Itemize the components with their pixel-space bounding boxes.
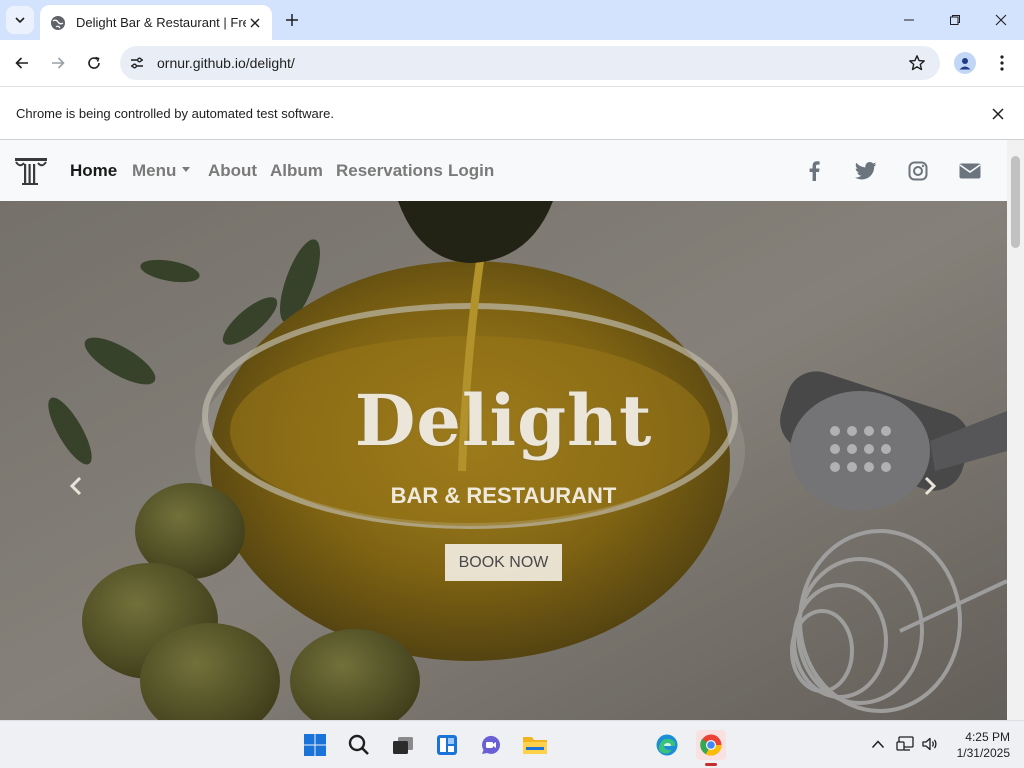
browser-toolbar: ornur.github.io/delight/	[0, 40, 1024, 86]
task-view-icon[interactable]	[388, 730, 418, 760]
new-tab-button[interactable]	[280, 8, 304, 32]
tab-close-icon[interactable]	[246, 14, 264, 32]
arrow-left-icon	[15, 57, 28, 69]
browser-tab-strip: Delight Bar & Restaurant | Free	[0, 0, 1024, 40]
restore-button[interactable]	[932, 0, 978, 40]
network-icon[interactable]	[895, 734, 915, 754]
menu-kebab-icon[interactable]	[990, 51, 1014, 75]
twitter-icon[interactable]	[854, 159, 878, 183]
reload-button[interactable]	[80, 49, 108, 77]
browser-tab[interactable]: Delight Bar & Restaurant | Free	[40, 5, 272, 40]
edge-browser-icon[interactable]	[652, 730, 682, 760]
minimize-button[interactable]	[886, 0, 932, 40]
site-navbar: Home Menu About Album Reservations Login	[0, 140, 1007, 201]
carousel-next-button[interactable]	[918, 471, 942, 501]
page-viewport: Home Menu About Album Reservations Login	[0, 140, 1024, 720]
site-info-icon[interactable]	[124, 50, 150, 76]
tab-title: Delight Bar & Restaurant | Free	[76, 15, 246, 30]
column-logo-icon[interactable]	[14, 156, 48, 186]
windows-taskbar: 4:25 PM 1/31/2025	[0, 720, 1024, 768]
nav-about-link[interactable]: About	[208, 161, 257, 181]
hero-carousel: Delight BAR & RESTAURANT BOOK NOW	[0, 201, 1007, 720]
tab-search-button[interactable]	[6, 6, 34, 34]
clock-date: 1/31/2025	[956, 746, 1010, 760]
infobar-message: Chrome is being controlled by automated …	[16, 106, 334, 121]
system-clock[interactable]: 4:25 PM 1/31/2025	[948, 729, 1010, 761]
nav-menu-label: Menu	[132, 161, 177, 180]
screen: Delight Bar & Restaurant | Free ornur.gi…	[0, 0, 1024, 768]
hero-title: Delight	[354, 379, 653, 462]
page-scrollbar[interactable]	[1007, 140, 1024, 720]
globe-icon	[50, 15, 66, 31]
caret-down-icon	[182, 167, 191, 173]
scrollbar-thumb[interactable]	[1011, 156, 1020, 248]
envelope-icon[interactable]	[958, 159, 982, 183]
chevron-right-icon	[924, 476, 937, 496]
address-bar[interactable]: ornur.github.io/delight/	[120, 46, 940, 80]
arrow-right-icon	[52, 57, 65, 69]
nav-login-link[interactable]: Login	[448, 161, 494, 181]
book-now-button[interactable]: BOOK NOW	[445, 544, 562, 581]
search-icon[interactable]	[344, 730, 374, 760]
plus-icon	[286, 14, 298, 26]
chevron-up-icon[interactable]	[868, 734, 888, 754]
automation-infobar: Chrome is being controlled by automated …	[0, 86, 1024, 140]
reload-icon	[88, 56, 100, 69]
nav-reservations-link[interactable]: Reservations	[336, 161, 443, 181]
teams-chat-icon[interactable]	[476, 730, 506, 760]
chevron-down-icon	[15, 17, 25, 24]
volume-icon[interactable]	[920, 734, 940, 754]
facebook-icon[interactable]	[802, 159, 826, 183]
nav-menu-dropdown[interactable]: Menu	[132, 161, 191, 181]
close-window-button[interactable]	[978, 0, 1024, 40]
close-icon	[995, 14, 1007, 26]
profile-avatar-icon[interactable]	[954, 52, 976, 74]
hero-subtitle: BAR & RESTAURANT	[390, 483, 617, 508]
bookmark-star-icon[interactable]	[902, 48, 932, 78]
chrome-browser-icon[interactable]	[696, 730, 726, 760]
nav-album-link[interactable]: Album	[270, 161, 323, 181]
carousel-prev-button[interactable]	[64, 471, 88, 501]
url-text: ornur.github.io/delight/	[157, 55, 295, 71]
clock-time: 4:25 PM	[965, 730, 1010, 744]
chevron-left-icon	[69, 476, 82, 496]
forward-button[interactable]	[44, 49, 72, 77]
minimize-icon	[904, 19, 914, 21]
back-button[interactable]	[8, 49, 36, 77]
infobar-close-icon[interactable]	[988, 104, 1008, 124]
restore-icon	[950, 15, 960, 25]
instagram-icon[interactable]	[906, 159, 930, 183]
nav-home-link[interactable]: Home	[70, 161, 117, 181]
start-windows-icon[interactable]	[300, 730, 330, 760]
file-explorer-icon[interactable]	[520, 730, 550, 760]
active-app-indicator	[705, 763, 717, 766]
widgets-icon[interactable]	[432, 730, 462, 760]
